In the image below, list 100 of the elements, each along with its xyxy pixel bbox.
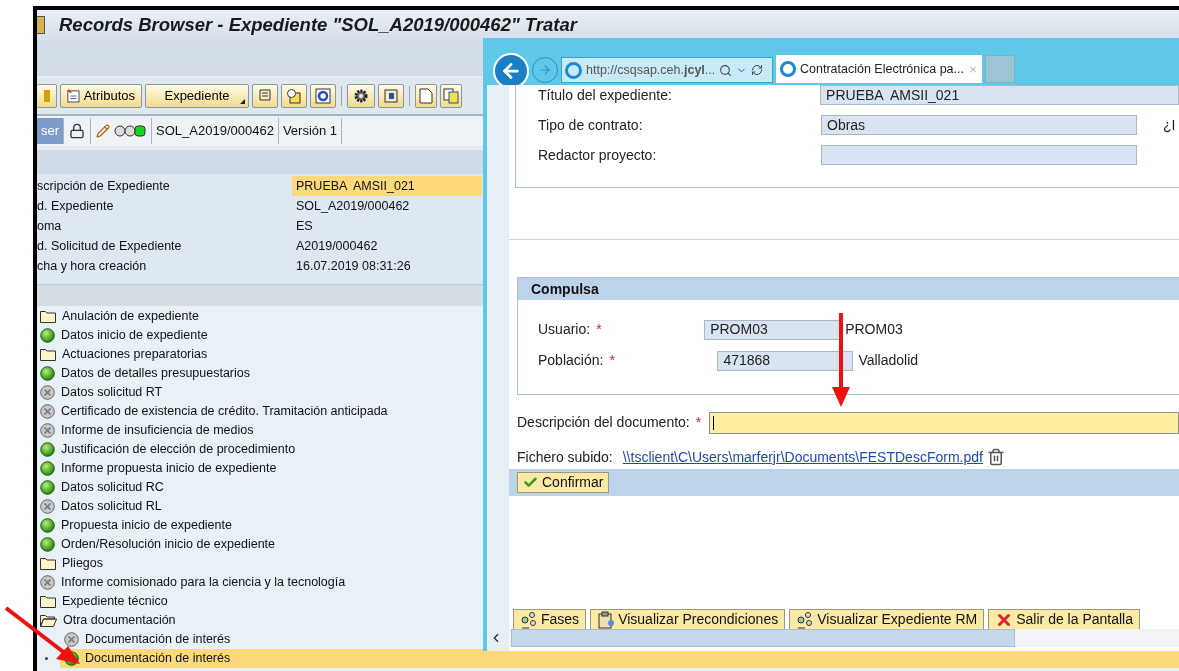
text-field[interactable]: PRUEBA AMSII_021 — [820, 85, 1179, 105]
tree-item[interactable]: Propuesta inicio de expediente — [37, 516, 232, 535]
tree-item[interactable]: Documentación de interés — [60, 649, 1179, 668]
dropdown-icon — [240, 99, 245, 104]
required-mark: * — [695, 413, 702, 432]
folder-icon — [40, 310, 56, 323]
address-bar[interactable]: http://csqsap.ceh.jcyl... — [561, 57, 773, 83]
folder-icon — [40, 595, 56, 608]
attribute-label: d. Solicitud de Expediente — [37, 237, 183, 255]
field-result: Valladolid — [858, 351, 919, 370]
complete-status-icon — [40, 442, 55, 457]
browser-tab[interactable]: Contratación Electrónica pa... — [776, 55, 982, 83]
field-result: PROM03 — [845, 320, 903, 339]
inactive-status-icon — [40, 575, 55, 590]
text-field[interactable]: Obras — [821, 115, 1137, 135]
tree-item[interactable]: Datos solicitud RC — [37, 478, 164, 497]
action-button[interactable]: Visualizar Precondiciones — [590, 609, 786, 629]
tree-item[interactable]: Actuaciones preparatorias — [37, 345, 208, 364]
copy-button[interactable] — [440, 84, 462, 108]
attribute-value: A2019/000462 — [295, 237, 379, 255]
tree-item[interactable]: Pliegos — [37, 554, 103, 573]
action-button[interactable]: Fases — [513, 609, 587, 629]
tree-item[interactable]: Datos solicitud RT — [37, 383, 163, 402]
app-icon — [37, 16, 45, 34]
tree-item[interactable]: Informe de insuficiencia de medios — [37, 421, 254, 440]
field-label: Título del expediente: — [538, 85, 673, 105]
inactive-status-icon — [64, 632, 79, 647]
tree-item[interactable]: Informe comisionado para la ciencia y la tecnología — [37, 573, 346, 592]
refresh-icon — [751, 64, 764, 76]
page-icon — [419, 88, 433, 104]
inactive-status-icon — [40, 385, 55, 400]
tree-item[interactable]: Otra documentación — [37, 611, 176, 630]
tree-item[interactable]: Anulación de expediente — [37, 307, 199, 326]
field-label: Redactor proyecto: — [538, 145, 658, 165]
scroll-button[interactable] — [252, 84, 278, 108]
text-field[interactable]: 471868 — [717, 350, 854, 371]
address-text: http://csqsap.ceh.jcyl... — [586, 61, 716, 79]
attribute-value: SOL_A2019/000462 — [295, 197, 411, 215]
tree-item[interactable]: Documentación de interés — [60, 630, 231, 649]
description-field[interactable] — [709, 411, 1179, 434]
field-label: Tipo de contrato: — [538, 115, 644, 135]
file-link[interactable]: \\tsclient\C\Users\marferjr\Documents\FESTDescForm.pdf — [622, 446, 983, 468]
inactive-status-icon — [40, 499, 55, 514]
settings-icon — [353, 88, 369, 104]
inactive-status-icon — [40, 423, 55, 438]
confirm-button[interactable]: Confirmar — [517, 472, 610, 493]
field-label: Población: — [538, 351, 604, 370]
pencil-icon — [96, 124, 111, 138]
text-field[interactable]: PROM03 — [704, 319, 841, 340]
field-label: Fichero subido: — [517, 447, 613, 467]
complete-status-icon — [40, 480, 55, 495]
tree-item[interactable]: Informe propuesta inicio de expediente — [37, 459, 277, 478]
scrollbar-thumb[interactable] — [511, 629, 1015, 647]
attribute-value: PRUEBA AMSII_021 — [292, 176, 482, 196]
text-field[interactable] — [821, 145, 1137, 165]
tree-item[interactable]: Datos de detalles presupuestarios — [37, 364, 250, 383]
attribute-label: cha y hora creación — [37, 257, 148, 275]
attribute-value: 16.07.2019 08:31:26 — [295, 257, 412, 275]
forward-arrow-icon — [538, 63, 552, 77]
complete-status-icon — [40, 518, 55, 533]
clock-button[interactable] — [281, 84, 307, 108]
open-folder-icon — [40, 614, 57, 627]
tree-item[interactable]: Datos inicio de expediente — [37, 326, 208, 345]
refresh-icon — [315, 88, 331, 104]
attributes-button[interactable]: Atributos — [60, 84, 142, 108]
tree-item[interactable]: Certificado de existencia de crédito. Tramitación anticipada — [37, 402, 388, 421]
complete-status-icon — [40, 537, 55, 552]
trash-icon[interactable] — [986, 448, 1005, 466]
field-label: Descripción del documento: — [517, 413, 690, 432]
tab[interactable]: SOL_A2019/000462 — [152, 118, 279, 144]
attribute-label: oma — [37, 217, 63, 235]
save-menu-button[interactable] — [37, 84, 57, 108]
field-note: ¿I — [1163, 115, 1176, 135]
attribute-value: ES — [295, 217, 314, 235]
clipboard-icon — [597, 610, 616, 629]
field-label: Usuario: — [538, 320, 591, 339]
tree-bullet-icon — [45, 657, 48, 660]
tree-item[interactable]: Justificación de elección de procedimiento — [37, 440, 296, 459]
folder-icon — [40, 557, 56, 570]
tree-item[interactable]: Orden/Resolución inicio de expediente — [37, 535, 276, 554]
settings-menu-button[interactable] — [347, 84, 375, 108]
refresh-button[interactable] — [310, 84, 336, 108]
action-button[interactable]: Salir de la Pantalla — [988, 609, 1140, 629]
folder-icon — [40, 348, 56, 361]
tab[interactable]: Versión 1 — [278, 118, 343, 144]
tree-item[interactable]: Datos solicitud RL — [37, 497, 162, 516]
action-button[interactable]: Visualizar Expediente RM — [789, 609, 985, 629]
text-cursor-icon — [713, 415, 715, 430]
form-icon — [67, 88, 81, 104]
complete-status-icon — [40, 461, 55, 476]
tab-title: Contratación Electrónica pa... — [800, 60, 964, 78]
copy-icon — [443, 88, 459, 104]
new-page-button[interactable] — [415, 84, 437, 108]
section-header: Compulsa — [518, 278, 1179, 300]
expediente-menu-button[interactable]: Expediente — [145, 84, 249, 108]
exit-button[interactable] — [378, 84, 404, 108]
traffic-light-icon — [114, 125, 147, 137]
tree-item[interactable]: Expediente técnico — [37, 592, 168, 611]
attribute-label: scripción de Expediente — [37, 177, 171, 195]
complete-status-icon — [40, 366, 55, 381]
